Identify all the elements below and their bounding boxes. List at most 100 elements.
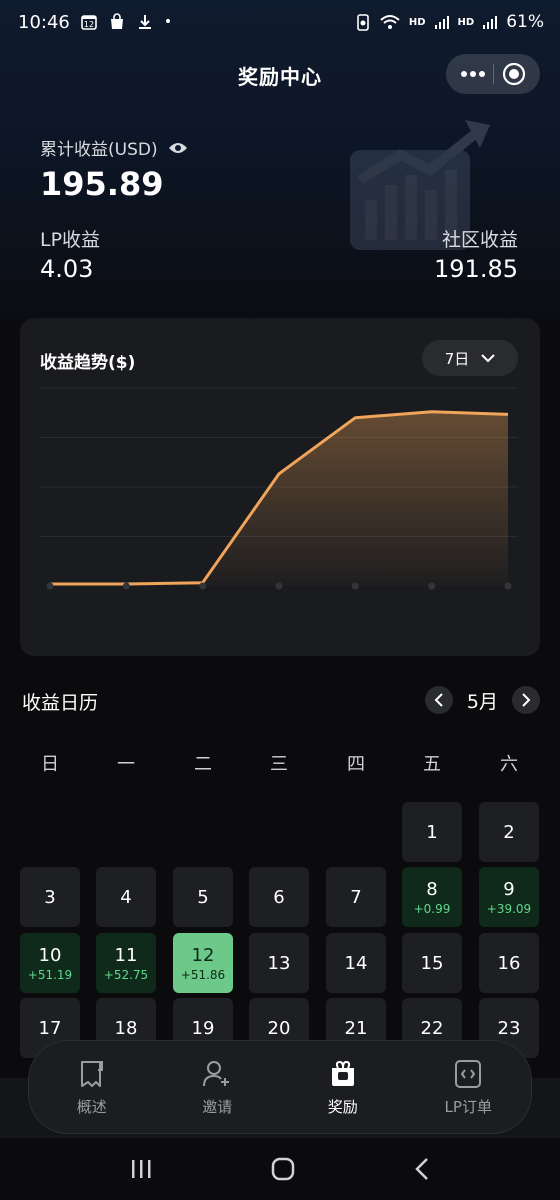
- lp-earnings-value: 4.03: [40, 255, 94, 283]
- total-earnings-label: 累计收益(USD): [40, 135, 188, 160]
- download-icon: [138, 15, 151, 29]
- signal-icon-2: [483, 16, 498, 29]
- community-earnings-label: 社区收益: [441, 229, 518, 251]
- range-selector[interactable]: 7日: [422, 340, 518, 376]
- chart-title: 收益趋势($): [40, 353, 136, 373]
- status-bar: 10:46 12 • HD HD 61%: [0, 0, 560, 44]
- chevron-down-icon: [481, 354, 495, 363]
- month-switcher: 5月: [424, 686, 540, 714]
- eye-icon[interactable]: [168, 141, 188, 155]
- x-axis-tick-dot: [504, 582, 512, 590]
- tab-overview[interactable]: 概述: [42, 1058, 142, 1117]
- calendar-day-number: 5: [197, 886, 209, 908]
- home-icon[interactable]: [270, 1156, 296, 1182]
- calendar-day-cell[interactable]: 2: [479, 802, 539, 862]
- miniapp-capsule: [446, 54, 540, 94]
- calendar-day-gain: +51.19: [27, 967, 73, 982]
- calendar-day-cell[interactable]: 3: [20, 867, 80, 927]
- calendar-day-cell[interactable]: 6: [249, 867, 309, 927]
- earnings-trend-card: 收益趋势($) 7日: [20, 318, 540, 656]
- hd-label: HD: [408, 16, 426, 28]
- rewards-icon: [331, 1060, 354, 1086]
- prev-month-button[interactable]: [424, 686, 453, 714]
- next-month-button[interactable]: [512, 686, 540, 714]
- current-month: 5月: [466, 690, 498, 713]
- calendar-day-cell[interactable]: 11 +52.75: [96, 933, 156, 993]
- calendar-day-number: 21: [344, 1017, 368, 1039]
- calendar-day-cell[interactable]: 9 +39.09: [479, 867, 539, 927]
- calendar-day-cell[interactable]: 7: [326, 867, 386, 927]
- calendar-icon: 12: [81, 15, 97, 30]
- overview-icon: [80, 1060, 103, 1087]
- x-axis-tick-dot: [428, 582, 436, 590]
- lp-order-icon: [455, 1059, 482, 1088]
- weekday-label: 六: [500, 754, 518, 775]
- notification-dot-icon: •: [163, 14, 173, 30]
- tab-rewards[interactable]: 奖励: [293, 1058, 393, 1117]
- calendar-day-number: 7: [350, 886, 362, 908]
- data-saver-icon: [357, 14, 369, 31]
- lp-earnings-label: LP收益: [40, 229, 101, 251]
- calendar-day-cell[interactable]: 4: [96, 867, 156, 927]
- calendar-day-number: 20: [267, 1017, 291, 1039]
- calendar-day-number: 14: [344, 952, 368, 974]
- calendar-day-number: 16: [497, 952, 521, 974]
- weekday-label: 三: [270, 754, 288, 775]
- tab-lp-orders-label: LP订单: [444, 1097, 492, 1116]
- weekday-label: 四: [347, 754, 365, 775]
- calendar-day-gain: +0.99: [413, 901, 451, 916]
- x-axis-tick-dot: [46, 582, 54, 590]
- wifi-icon: [380, 15, 400, 29]
- weekday-label: 二: [194, 754, 212, 775]
- calendar-day-cell[interactable]: 15: [402, 933, 462, 993]
- calendar-day-number: 19: [191, 1017, 215, 1039]
- calendar-day-cell[interactable]: 8 +0.99: [402, 867, 462, 927]
- x-axis-tick-dot: [351, 582, 359, 590]
- calendar-day-cell[interactable]: 1: [402, 802, 462, 862]
- weekday-label: 五: [423, 754, 441, 775]
- system-navigation-bar: [0, 1138, 560, 1200]
- total-earnings-label-text: 累计收益(USD): [40, 140, 158, 160]
- calendar-day-number: 8: [426, 878, 438, 900]
- x-axis-tick-dot: [199, 582, 207, 590]
- calendar-day-gain: +52.75: [103, 967, 149, 982]
- calendar-day: 12: [84, 20, 94, 29]
- hd-label-2: HD: [457, 16, 475, 28]
- calendar-day-cell[interactable]: 12 +51.86: [173, 933, 233, 993]
- calendar-day-number: 2: [503, 821, 515, 843]
- calendar-day-number: 11: [114, 944, 138, 966]
- status-time: 10:46: [18, 11, 70, 33]
- calendar-day-cell[interactable]: 13: [249, 933, 309, 993]
- tab-overview-label: 概述: [76, 1097, 107, 1116]
- navbar: 奖励中心: [0, 50, 560, 100]
- chevron-right-icon: [522, 693, 531, 707]
- calendar-day-cell[interactable]: 14: [326, 933, 386, 993]
- total-earnings-value: 195.89: [40, 165, 164, 203]
- invite-icon: [203, 1060, 230, 1086]
- calendar-day-number: 4: [120, 886, 132, 908]
- weekday-label: 日: [41, 754, 59, 775]
- close-miniapp-icon[interactable]: [502, 62, 526, 86]
- page-title: 奖励中心: [238, 64, 322, 89]
- calendar-day-number: 18: [114, 1017, 138, 1039]
- shopping-bag-icon: [110, 13, 123, 29]
- bottom-tabbar: 概述 邀请 奖励 LP订单: [28, 1040, 532, 1134]
- calendar-day-number: 12: [191, 944, 215, 966]
- tab-invite[interactable]: 邀请: [167, 1058, 267, 1117]
- more-icon[interactable]: [460, 70, 486, 78]
- tab-lp-orders[interactable]: LP订单: [418, 1058, 518, 1117]
- calendar-day-gain: +39.09: [486, 901, 532, 916]
- calendar-day-cell[interactable]: 10 +51.19: [20, 933, 80, 993]
- calendar-day-cell[interactable]: 5: [173, 867, 233, 927]
- tab-invite-label: 邀请: [202, 1097, 233, 1116]
- x-axis-tick-dot: [275, 582, 283, 590]
- recent-apps-icon[interactable]: [129, 1158, 153, 1180]
- weekday-label: 一: [117, 754, 135, 775]
- back-icon[interactable]: [413, 1157, 431, 1181]
- calendar-day-cell[interactable]: 16: [479, 933, 539, 993]
- calendar-day-number: 17: [38, 1017, 62, 1039]
- calendar-day-number: 22: [420, 1017, 444, 1039]
- calendar-day-number: 13: [267, 952, 291, 974]
- signal-icon: [434, 16, 449, 29]
- calendar-day-number: 15: [420, 952, 444, 974]
